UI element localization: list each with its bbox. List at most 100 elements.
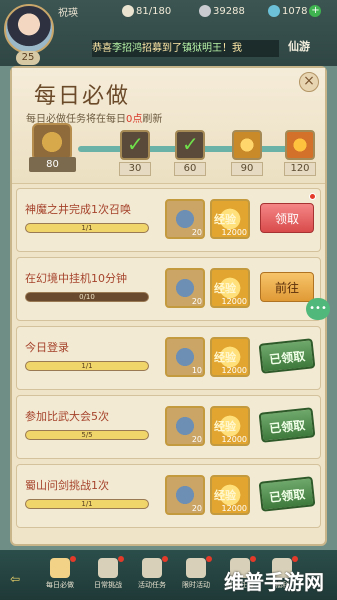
notification-dot: [162, 556, 168, 562]
reward-count: 12000: [221, 297, 247, 306]
claimed-stamp: 已领取: [258, 338, 316, 374]
nav-label: 活动任务: [138, 581, 166, 589]
avatar[interactable]: [4, 4, 54, 54]
daily-tasks-panel: 每日必做 每日必做任务将在每日0点刷新 × 80 ✓ 30 ✓ 60 90 12…: [10, 66, 327, 546]
reward-item-icon[interactable]: 20: [165, 406, 205, 446]
task-progress-bar: 1/1: [25, 361, 149, 371]
nav-item-challenge[interactable]: 日常挑战: [88, 556, 128, 596]
notification-dot: [309, 193, 316, 200]
reward-item-icon[interactable]: 20: [165, 268, 205, 308]
nav-item-daily[interactable]: 每日必做: [40, 556, 80, 596]
task-progress-text: 1/1: [81, 362, 93, 370]
task-row: 参加比武大会5次 5/5 20 经验 12000 已领取: [16, 395, 321, 459]
milestone-label: 120: [284, 162, 316, 176]
reward-count: 20: [191, 297, 202, 306]
chat-text: ！我: [222, 43, 242, 54]
flag-icon: [142, 558, 162, 578]
world-chat-ticker[interactable]: 恭喜李招鸿招募到了镇狱明王！我: [92, 40, 279, 57]
reward-count: 10: [191, 366, 202, 375]
notification-dot: [250, 556, 256, 562]
milestone-30-box[interactable]: ✓: [120, 130, 150, 160]
nav-label: 每日必做: [46, 581, 74, 589]
watermark-text: 维普手游网: [224, 570, 324, 594]
chat-hero-name: 镇狱明王: [182, 43, 222, 54]
exp-label: 经验: [214, 351, 236, 364]
task-title: 在幻境中挂机10分钟: [25, 272, 127, 285]
exp-reward-icon[interactable]: 经验 12000: [210, 337, 250, 377]
xianyou-button[interactable]: 仙游: [288, 38, 310, 54]
daily-header: 每日必做 每日必做任务将在每日0点刷新 × 80 ✓ 30 ✓ 60 90 12…: [12, 68, 325, 184]
exp-reward-icon[interactable]: 经验 12000: [210, 199, 250, 239]
reward-count: 12000: [221, 504, 247, 513]
activity-chest-icon[interactable]: [32, 123, 72, 161]
reward-count: 20: [191, 435, 202, 444]
reward-count: 20: [191, 228, 202, 237]
coin-value: 39288: [213, 6, 245, 17]
stamina-value: 81/180: [136, 6, 172, 17]
stamina-resource[interactable]: 81/180: [122, 2, 171, 22]
reward-item-icon[interactable]: 20: [165, 199, 205, 239]
reward-item-icon[interactable]: 20: [165, 475, 205, 515]
task-progress-text: 0/10: [79, 293, 95, 301]
notification-dot: [118, 556, 124, 562]
chat-player-name: 李招鸿: [112, 43, 142, 54]
exp-label: 经验: [214, 420, 236, 433]
task-progress-text: 1/1: [81, 500, 93, 508]
back-arrow-icon[interactable]: ⇦: [10, 572, 20, 586]
coin-resource[interactable]: 39288: [199, 2, 245, 22]
silver-ingot-icon: [122, 5, 134, 17]
check-icon: ✓: [182, 132, 199, 156]
jade-resource[interactable]: 1078 +: [268, 2, 322, 22]
chat-bubble-icon[interactable]: •••: [306, 298, 330, 320]
milestone-120-box[interactable]: [285, 130, 315, 160]
milestone-label: 90: [231, 162, 263, 176]
milestone-label: 30: [119, 162, 151, 176]
jade-icon: [268, 5, 280, 17]
reward-count: 12000: [221, 435, 247, 444]
exp-reward-icon[interactable]: 经验 12000: [210, 475, 250, 515]
task-row: 蜀山问剑挑战1次 1/1 20 经验 12000 已领取: [16, 464, 321, 528]
reward-item-icon[interactable]: 10: [165, 337, 205, 377]
add-jade-button[interactable]: +: [309, 5, 322, 17]
chat-text: 招募到了: [142, 43, 182, 54]
page-title: 每日必做: [34, 84, 131, 109]
task-title: 今日登录: [25, 341, 69, 354]
close-button[interactable]: ×: [299, 72, 319, 92]
task-progress-bar: 5/5: [25, 430, 149, 440]
task-title: 参加比武大会5次: [25, 410, 109, 423]
chat-text: 恭喜: [92, 43, 112, 54]
jade-value: 1078: [282, 6, 308, 17]
claimed-stamp: 已领取: [258, 476, 316, 512]
check-icon: ✓: [127, 132, 144, 156]
goto-button[interactable]: 前往: [260, 272, 314, 302]
exp-reward-icon[interactable]: 经验 12000: [210, 406, 250, 446]
sword-icon: [98, 558, 118, 578]
milestone-90-box[interactable]: [232, 130, 262, 160]
task-progress-bar: 1/1: [25, 223, 149, 233]
reward-count: 12000: [221, 228, 247, 237]
task-row: 在幻境中挂机10分钟 0/10 20 经验 12000 前往: [16, 257, 321, 321]
nav-item-limited[interactable]: 限时活动: [176, 556, 216, 596]
notification-dot: [292, 556, 298, 562]
level-badge: 25: [16, 51, 40, 65]
task-progress-bar: 0/10: [25, 292, 149, 302]
exp-reward-icon[interactable]: 经验 12000: [210, 268, 250, 308]
task-progress-text: 1/1: [81, 224, 93, 232]
exp-label: 经验: [214, 489, 236, 502]
milestone-label: 60: [174, 162, 206, 176]
task-progress-bar: 1/1: [25, 499, 149, 509]
nav-item-activity[interactable]: 活动任务: [132, 556, 172, 596]
notification-dot: [70, 556, 76, 562]
task-row: 神魔之井完成1次召唤 1/1 20 经验 12000 领取: [16, 188, 321, 252]
claimed-stamp: 已领取: [258, 407, 316, 443]
refresh-time: 0点: [126, 114, 143, 125]
reward-count: 12000: [221, 366, 247, 375]
activity-score: 80: [29, 157, 76, 172]
milestone-60-box[interactable]: ✓: [175, 130, 205, 160]
claim-button[interactable]: 领取: [260, 203, 314, 233]
refresh-hint-text: 刷新: [142, 114, 163, 125]
task-title: 蜀山问剑挑战1次: [25, 479, 109, 492]
task-row: 今日登录 1/1 10 经验 12000 已领取: [16, 326, 321, 390]
reward-count: 20: [191, 504, 202, 513]
task-title: 神魔之井完成1次召唤: [25, 203, 131, 216]
